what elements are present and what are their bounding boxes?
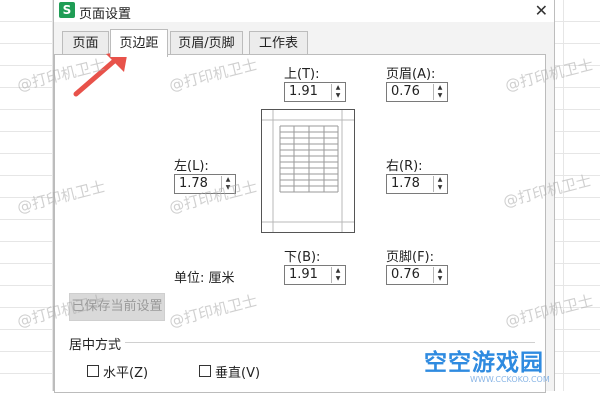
header-margin-spinner[interactable]: 0.76 ▲ ▼ — [386, 82, 448, 102]
right-margin-label: 右(R): — [386, 159, 423, 174]
footer-margin-value[interactable]: 0.76 — [391, 267, 420, 282]
unit-label-text: 单位: — [174, 271, 205, 286]
dialog-titlebar: S 页面设置 ✕ — [54, 0, 554, 22]
spinner-arrows[interactable]: ▲ ▼ — [331, 84, 344, 100]
horizontal-label[interactable]: 水平(Z) — [103, 362, 148, 381]
bottom-margin-spinner[interactable]: 1.91 ▲ ▼ — [284, 265, 346, 285]
center-heading: 居中方式 — [69, 338, 122, 353]
header-margin-value[interactable]: 0.76 — [391, 84, 420, 99]
page-preview — [261, 109, 355, 233]
vertical-checkbox[interactable] — [199, 365, 211, 377]
page-preview-graphic — [262, 110, 354, 232]
top-margin-value[interactable]: 1.91 — [289, 84, 318, 99]
top-margin-label: 上(T): — [284, 67, 320, 82]
spin-up-icon[interactable]: ▲ — [434, 176, 446, 184]
app-logo-icon: S — [59, 2, 75, 18]
spin-up-icon[interactable]: ▲ — [332, 267, 344, 275]
spin-up-icon[interactable]: ▲ — [434, 267, 446, 275]
spin-up-icon[interactable]: ▲ — [434, 84, 446, 92]
unit-value: 厘米 — [208, 271, 235, 286]
spinner-arrows[interactable]: ▲ ▼ — [433, 267, 446, 283]
right-margin-value[interactable]: 1.78 — [391, 176, 420, 191]
spin-down-icon[interactable]: ▼ — [332, 92, 344, 100]
vertical-label[interactable]: 垂直(V) — [215, 362, 260, 381]
spinner-arrows[interactable]: ▲ ▼ — [433, 84, 446, 100]
left-margin-label: 左(L): — [174, 159, 209, 174]
horizontal-checkbox[interactable] — [87, 365, 99, 377]
footer-margin-label: 页脚(F): — [386, 250, 435, 265]
spinner-arrows[interactable]: ▲ ▼ — [433, 176, 446, 192]
tab-header-footer[interactable]: 页眉/页脚 — [170, 31, 243, 55]
spin-down-icon[interactable]: ▼ — [332, 275, 344, 283]
tab-margins[interactable]: 页边距 — [110, 29, 168, 57]
spin-down-icon[interactable]: ▼ — [434, 92, 446, 100]
unit-label: 单位: 厘米 — [174, 267, 235, 286]
bottom-margin-value[interactable]: 1.91 — [289, 267, 318, 282]
dialog-title: 页面设置 — [79, 7, 132, 22]
close-icon[interactable]: ✕ — [535, 1, 548, 20]
spin-up-icon[interactable]: ▲ — [332, 84, 344, 92]
spin-down-icon[interactable]: ▼ — [434, 184, 446, 192]
footer-margin-spinner[interactable]: 0.76 ▲ ▼ — [386, 265, 448, 285]
top-margin-spinner[interactable]: 1.91 ▲ ▼ — [284, 82, 346, 102]
brand-url: WWW.CCKOKO.COM — [470, 375, 550, 384]
tab-sheet[interactable]: 工作表 — [249, 31, 308, 55]
right-margin-spinner[interactable]: 1.78 ▲ ▼ — [386, 174, 448, 194]
spinner-arrows[interactable]: ▲ ▼ — [331, 267, 344, 283]
header-margin-label: 页眉(A): — [386, 67, 436, 82]
bottom-margin-label: 下(B): — [284, 250, 321, 265]
spin-down-icon[interactable]: ▼ — [434, 275, 446, 283]
brand-logo: 空空游戏园 — [424, 350, 544, 376]
